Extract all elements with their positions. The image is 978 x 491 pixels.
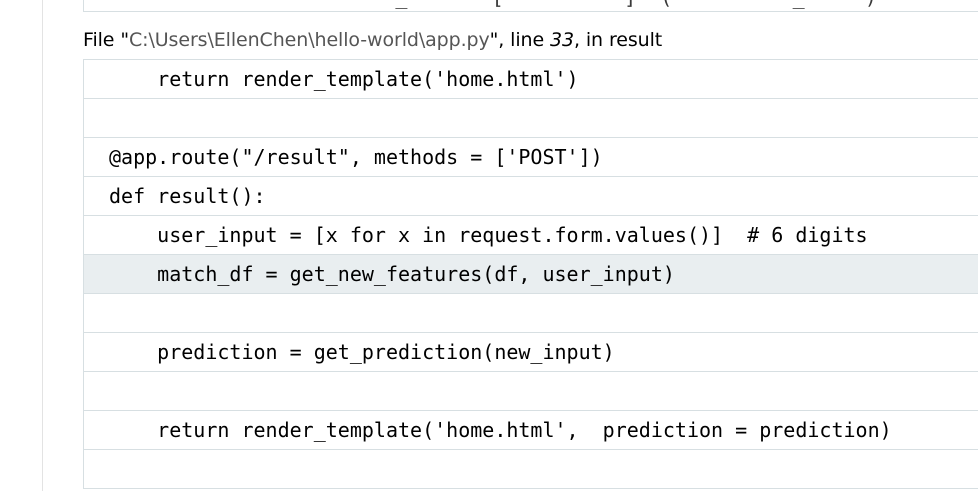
code-line-text: prediction = get_prediction(new_input) (109, 340, 615, 364)
code-line-text: match_df = get_new_features(df, user_inp… (109, 262, 675, 286)
code-line: return render_template('home.html', pred… (84, 411, 978, 450)
file-label-prefix: File " (83, 29, 129, 51)
file-label-suffix: ", line (489, 29, 551, 51)
previous-frame-code: _ [ ] ( _ ) (83, 0, 978, 12)
code-line: def result(): (84, 177, 978, 216)
code-line-text: user_input = [x for x in request.form.va… (109, 223, 868, 247)
code-line: @app.route("/result", methods = ['POST']… (84, 138, 978, 177)
code-line-text: return render_template('home.html', pred… (109, 418, 892, 442)
code-line-text: def result(): (109, 184, 266, 208)
left-divider (42, 0, 43, 491)
in-label: , in (574, 29, 609, 51)
code-line (84, 294, 978, 333)
code-line-text: @app.route("/result", methods = ['POST']… (109, 145, 603, 169)
function-name: result (608, 29, 663, 51)
current-code-line: match_df = get_new_features(df, user_inp… (84, 255, 978, 294)
line-number: 33 (550, 29, 574, 51)
previous-frame-line: _ [ ] ( _ ) (299, 0, 877, 9)
source-code-block[interactable]: return render_template('home.html') @app… (83, 59, 978, 489)
code-line: prediction = get_prediction(new_input) (84, 333, 978, 372)
code-line (84, 450, 978, 489)
code-line (84, 372, 978, 411)
code-line (84, 99, 978, 138)
file-path: C:\Users\EllenChen\hello-world\app.py (128, 29, 490, 51)
code-line-text: return render_template('home.html') (109, 67, 579, 91)
code-line: return render_template('home.html') (84, 60, 978, 99)
traceback-frame-header: File "C:\Users\EllenChen\hello-world\app… (83, 26, 662, 54)
code-line: user_input = [x for x in request.form.va… (84, 216, 978, 255)
